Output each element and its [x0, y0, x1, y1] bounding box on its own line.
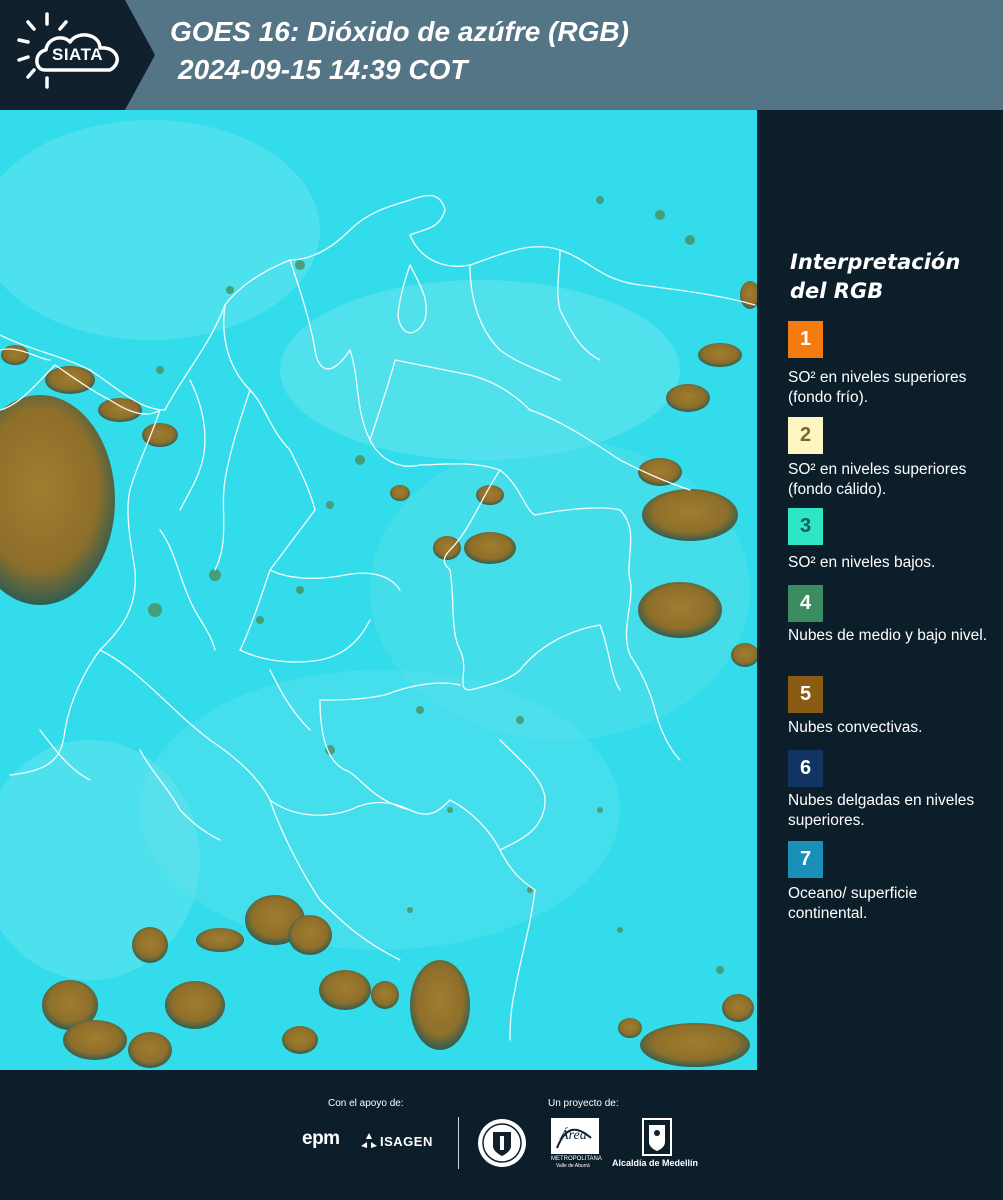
- legend-swatch-2: 2: [788, 417, 823, 454]
- metropolitana-label: METROPOLITANA: [551, 1156, 602, 1162]
- header: SIATA GOES 16: Dióxido de azúfre (RGB) 2…: [0, 0, 1003, 110]
- satellite-map: [0, 110, 759, 1070]
- timestamp: 2024-09-15 14:39 COT: [178, 54, 468, 85]
- epm-logo: epm: [302, 1128, 340, 1149]
- page-title: GOES 16: Dióxido de azúfre (RGB): [170, 16, 629, 47]
- legend-swatch-3: 3: [788, 508, 823, 545]
- footer: Con el apoyo de: Un proyecto de: epm ISA…: [0, 1070, 1003, 1200]
- legend-swatch-6: 6: [788, 750, 823, 787]
- isagen-logo: ISAGEN: [380, 1134, 433, 1149]
- legend-label-3: SO² en niveles bajos.: [788, 554, 936, 571]
- siata-logo: SIATA: [0, 0, 155, 110]
- alcaldia-label: Alcaldía de Medellín: [612, 1158, 699, 1168]
- legend-swatch-1: 1: [788, 321, 823, 358]
- medellin-seal-icon: [477, 1118, 527, 1173]
- legend-label-2: SO² en niveles superiores (fondo cálido)…: [788, 461, 967, 498]
- alcaldia-shield-icon: [642, 1118, 672, 1161]
- legend-title: Interpretación del RGB: [790, 250, 961, 303]
- legend-label-6: Nubes delgadas en niveles superiores.: [788, 792, 975, 829]
- legend-swatch-4: 4: [788, 585, 823, 622]
- project-label: Un proyecto de:: [548, 1098, 619, 1109]
- footer-separator: [458, 1117, 459, 1169]
- metro-sub-label: Valle de Aburrá: [556, 1163, 590, 1169]
- legend-label-4: Nubes de medio y bajo nivel.: [788, 627, 988, 644]
- legend-label-7: Oceano/ superficie continental.: [788, 885, 918, 922]
- area-label: Área: [560, 1128, 587, 1143]
- legend-label-5: Nubes convectivas.: [788, 719, 923, 736]
- legend-panel: Interpretación del RGB 1 SO² en niveles …: [760, 110, 1003, 1070]
- legend-swatch-7: 7: [788, 841, 823, 878]
- logo-text: SIATA: [52, 45, 103, 64]
- legend-swatch-5: 5: [788, 676, 823, 713]
- legend-label-1: SO² en niveles superiores (fondo frío).: [788, 369, 967, 406]
- isagen-icon: [360, 1132, 378, 1155]
- support-label: Con el apoyo de:: [328, 1098, 404, 1109]
